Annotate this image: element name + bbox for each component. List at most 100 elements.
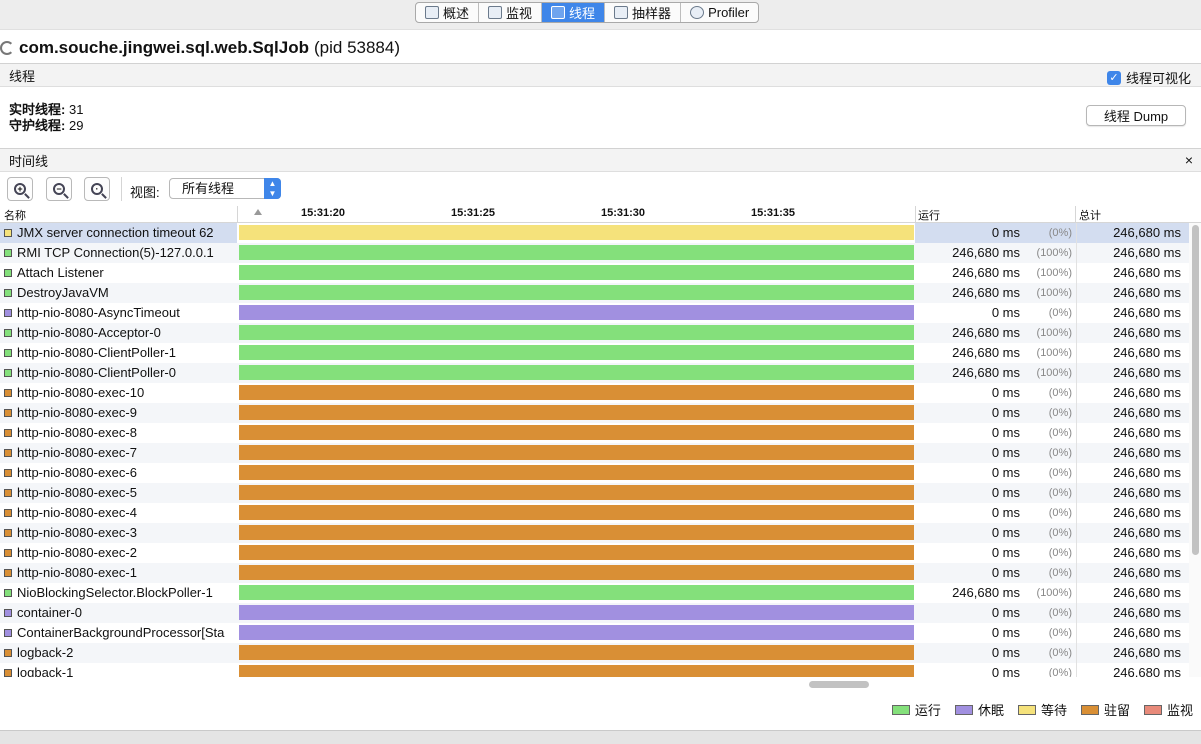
- total-time-cell: 246,680 ms: [1076, 523, 1189, 543]
- thread-name: http-nio-8080-exec-3: [17, 525, 137, 540]
- thread-name-cell: Attach Listener: [0, 263, 237, 283]
- thread-state-swatch: [4, 329, 12, 337]
- run-percent-cell: (0%): [1048, 627, 1072, 639]
- table-row[interactable]: http-nio-8080-exec-7 0 ms (0%) 246,680 ms: [0, 443, 1189, 463]
- table-row[interactable]: http-nio-8080-exec-6 0 ms (0%) 246,680 ms: [0, 463, 1189, 483]
- table-row[interactable]: http-nio-8080-Acceptor-0 246,680 ms (100%)…: [0, 323, 1189, 343]
- table-row[interactable]: http-nio-8080-exec-3 0 ms (0%) 246,680 ms: [0, 523, 1189, 543]
- timeline-tick: 15:31:35: [750, 207, 796, 219]
- run-percent-cell: (0%): [1048, 467, 1072, 479]
- horizontal-scrollbar[interactable]: [239, 679, 915, 691]
- tab-sampler[interactable]: 抽样器: [605, 3, 682, 22]
- thread-name: http-nio-8080-exec-5: [17, 485, 137, 500]
- thread-state-swatch: [4, 409, 12, 417]
- column-header-run[interactable]: 运行: [918, 207, 940, 223]
- thread-state-swatch: [4, 309, 12, 317]
- table-row[interactable]: container-0 0 ms (0%) 246,680 ms: [0, 603, 1189, 623]
- table-row[interactable]: logback-2 0 ms (0%) 246,680 ms: [0, 643, 1189, 663]
- zoom-fit-button[interactable]: ·: [84, 177, 110, 201]
- thread-state-swatch: [4, 669, 12, 677]
- thread-name-cell: http-nio-8080-exec-8: [0, 423, 237, 443]
- thread-state-swatch: [4, 289, 12, 297]
- horizontal-scroll-thumb[interactable]: [809, 681, 869, 688]
- total-time-cell: 246,680 ms: [1076, 283, 1189, 303]
- table-row[interactable]: NioBlockingSelector.BlockPoller-1 246,680…: [0, 583, 1189, 603]
- zoom-in-button[interactable]: +: [7, 177, 33, 201]
- thread-timeline-bar: [239, 425, 914, 440]
- view-label: 视图:: [130, 185, 160, 200]
- tab-threads[interactable]: 线程: [542, 3, 606, 22]
- column-header-total[interactable]: 总计: [1079, 207, 1101, 223]
- table-row[interactable]: http-nio-8080-exec-5 0 ms (0%) 246,680 ms: [0, 483, 1189, 503]
- table-row[interactable]: http-nio-8080-exec-9 0 ms (0%) 246,680 ms: [0, 403, 1189, 423]
- tab-overview[interactable]: 概述: [416, 3, 480, 22]
- checkbox-checked-icon[interactable]: ✓: [1106, 70, 1121, 85]
- run-time-cell: 246,680 ms: [952, 345, 1020, 360]
- thread-dump-button[interactable]: 线程 Dump: [1086, 105, 1186, 126]
- table-row[interactable]: logback-1 0 ms (0%) 246,680 ms: [0, 663, 1189, 677]
- app-name: com.souche.jingwei.sql.web.SqlJob: [19, 38, 309, 57]
- run-time-cell: 0 ms: [991, 665, 1020, 677]
- table-row[interactable]: http-nio-8080-exec-1 0 ms (0%) 246,680 ms: [0, 563, 1189, 583]
- column-divider[interactable]: [237, 206, 238, 223]
- tab-label: 监视: [506, 6, 533, 21]
- run-percent-cell: (100%): [1036, 287, 1072, 299]
- table-row[interactable]: http-nio-8080-exec-2 0 ms (0%) 246,680 ms: [0, 543, 1189, 563]
- table-row[interactable]: http-nio-8080-exec-10 0 ms (0%) 246,680 ms: [0, 383, 1189, 403]
- table-row[interactable]: Attach Listener 246,680 ms (100%) 246,680 m…: [0, 263, 1189, 283]
- thread-name: http-nio-8080-exec-8: [17, 425, 137, 440]
- column-divider[interactable]: [1075, 206, 1076, 223]
- table-row[interactable]: RMI TCP Connection(5)-127.0.0.1 246,680 m…: [0, 243, 1189, 263]
- thread-name: NioBlockingSelector.BlockPoller-1: [17, 585, 213, 600]
- table-row[interactable]: DestroyJavaVM 246,680 ms (100%) 246,680 ms: [0, 283, 1189, 303]
- run-percent-cell: (0%): [1048, 487, 1072, 499]
- thread-name: http-nio-8080-ClientPoller-0: [17, 365, 176, 380]
- run-time-cell: 0 ms: [991, 525, 1020, 540]
- tab-profiler[interactable]: Profiler: [681, 3, 758, 22]
- thread-timeline-bar: [239, 225, 914, 240]
- tab-label: 概述: [443, 6, 470, 21]
- total-time-cell: 246,680 ms: [1076, 443, 1189, 463]
- total-time-cell: 246,680 ms: [1076, 663, 1189, 677]
- thread-state-swatch: [4, 269, 12, 277]
- thread-timeline-bar: [239, 525, 914, 540]
- thread-timeline-bar: [239, 505, 914, 520]
- table-row[interactable]: ContainerBackgroundProcessor[Sta 0 ms (0%)…: [0, 623, 1189, 643]
- visualize-threads-checkbox[interactable]: ✓ 线程可视化: [1106, 68, 1191, 87]
- total-time-cell: 246,680 ms: [1076, 543, 1189, 563]
- view-select[interactable]: 所有线程 ▲ ▼: [169, 178, 281, 199]
- thread-name: http-nio-8080-exec-6: [17, 465, 137, 480]
- column-divider[interactable]: [915, 206, 916, 223]
- run-time-cell: 246,680 ms: [952, 245, 1020, 260]
- thread-name-cell: http-nio-8080-exec-1: [0, 563, 237, 583]
- thread-state-swatch: [4, 629, 12, 637]
- close-icon[interactable]: ×: [1185, 152, 1193, 168]
- column-header-name[interactable]: 名称: [4, 207, 26, 223]
- vertical-scroll-thumb[interactable]: [1192, 225, 1199, 555]
- table-row[interactable]: http-nio-8080-ClientPoller-1 246,680 ms (1…: [0, 343, 1189, 363]
- table-row[interactable]: http-nio-8080-AsyncTimeout 0 ms (0%) 246,68…: [0, 303, 1189, 323]
- thread-name: Attach Listener: [17, 265, 104, 280]
- table-row[interactable]: http-nio-8080-exec-4 0 ms (0%) 246,680 ms: [0, 503, 1189, 523]
- run-time-cell: 246,680 ms: [952, 365, 1020, 380]
- run-time-cell: 0 ms: [991, 565, 1020, 580]
- total-time-cell: 246,680 ms: [1076, 583, 1189, 603]
- process-id: (pid 53884): [314, 38, 401, 57]
- thread-timeline-bar: [239, 445, 914, 460]
- run-percent-cell: (0%): [1048, 567, 1072, 579]
- select-arrows-icon[interactable]: ▲ ▼: [264, 178, 281, 199]
- table-row[interactable]: http-nio-8080-ClientPoller-0 246,680 ms (1…: [0, 363, 1189, 383]
- run-time-cell: 0 ms: [991, 465, 1020, 480]
- run-percent-cell: (100%): [1036, 367, 1072, 379]
- thread-name: logback-2: [17, 645, 74, 660]
- zoom-out-icon: −: [53, 183, 65, 195]
- zoom-out-button[interactable]: −: [46, 177, 72, 201]
- run-time-cell: 0 ms: [991, 605, 1020, 620]
- table-row[interactable]: JMX server connection timeout 62 0 ms (0%)…: [0, 223, 1189, 243]
- vertical-scrollbar[interactable]: [1189, 223, 1201, 677]
- tab-monitor[interactable]: 监视: [479, 3, 543, 22]
- thread-name: RMI TCP Connection(5)-127.0.0.1: [17, 245, 214, 260]
- total-time-cell: 246,680 ms: [1076, 263, 1189, 283]
- table-row[interactable]: http-nio-8080-exec-8 0 ms (0%) 246,680 ms: [0, 423, 1189, 443]
- run-percent-cell: (0%): [1048, 507, 1072, 519]
